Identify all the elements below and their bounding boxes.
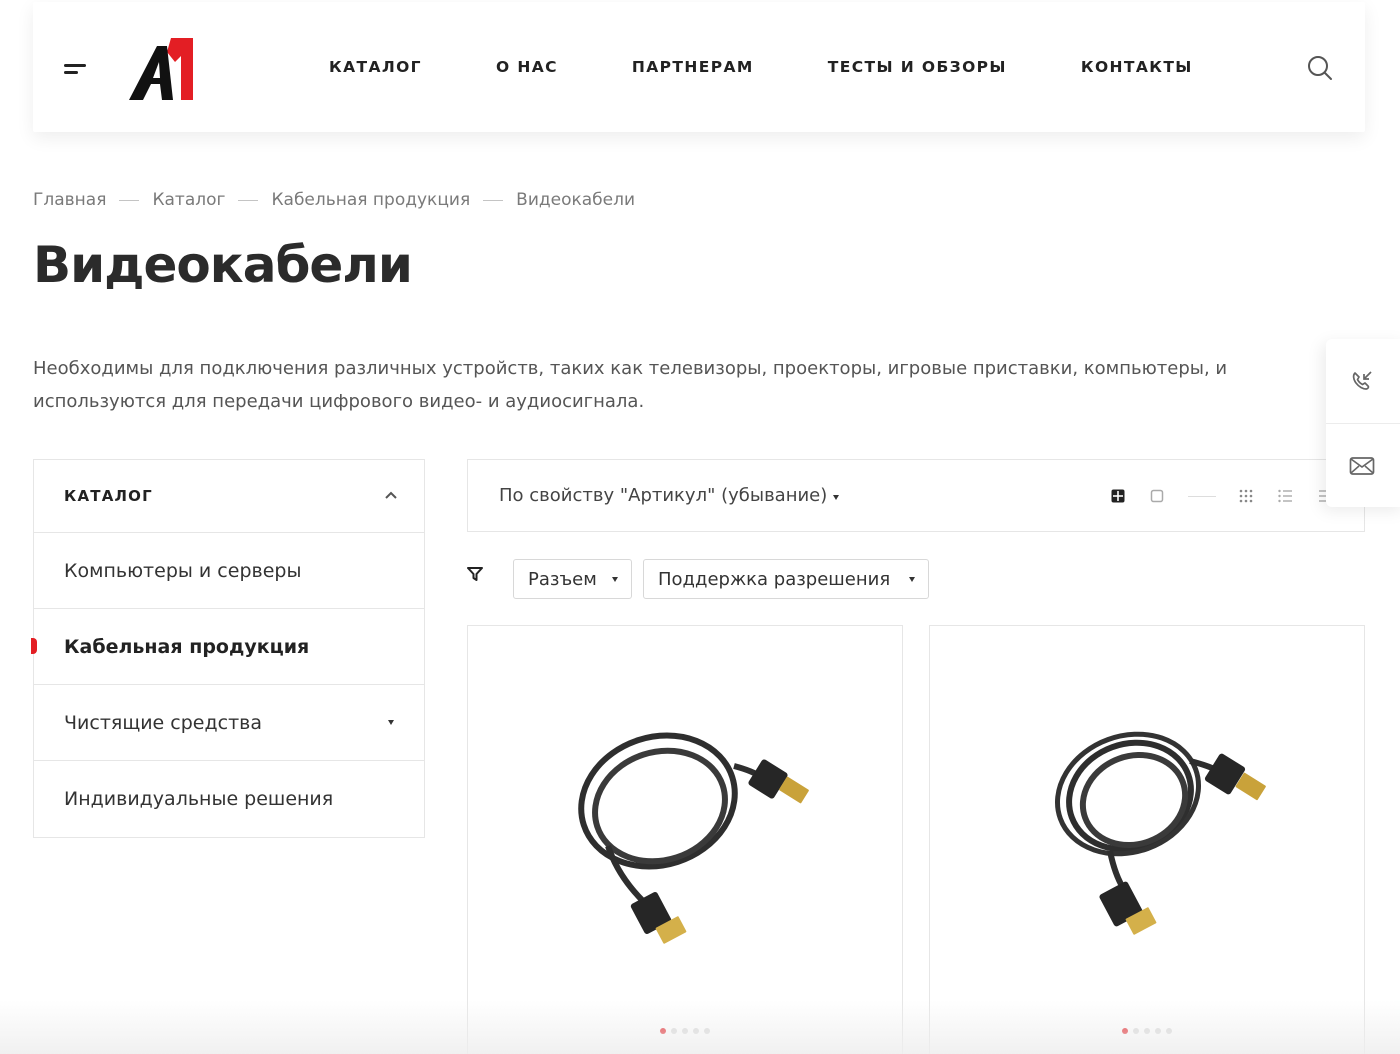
a1-logo[interactable]	[129, 38, 193, 100]
product-card[interactable]	[929, 625, 1365, 1054]
sort-toolbar: По свойству "Артикул" (убывание)	[467, 459, 1365, 532]
sidebar-item-cables[interactable]: Кабельная продукция	[31, 609, 424, 685]
carousel-dot[interactable]	[693, 1028, 699, 1034]
page-title: Видеокабели	[33, 236, 413, 294]
tile-view-icon[interactable]	[1238, 488, 1254, 504]
breadcrumb-separator	[238, 199, 259, 201]
carousel-dot[interactable]	[1122, 1028, 1128, 1034]
carousel-dot[interactable]	[671, 1028, 677, 1034]
carousel-dot[interactable]	[1166, 1028, 1172, 1034]
single-view-icon[interactable]	[1149, 488, 1165, 504]
nav-contacts[interactable]: КОНТАКТЫ	[1081, 58, 1193, 76]
main-nav: КАТАЛОГ О НАС ПАРТНЕРАМ ТЕСТЫ И ОБЗОРЫ К…	[329, 2, 1267, 132]
product-image-displayport-hdmi[interactable]	[548, 716, 828, 966]
search-icon[interactable]	[1307, 55, 1333, 81]
nav-catalog[interactable]: КАТАЛОГ	[329, 58, 422, 76]
sidebar-item-label: Компьютеры и серверы	[64, 559, 302, 582]
breadcrumb-separator	[119, 199, 140, 201]
carousel-dot[interactable]	[1155, 1028, 1161, 1034]
nav-reviews[interactable]: ТЕСТЫ И ОБЗОРЫ	[828, 58, 1007, 76]
caret-down-icon[interactable]	[388, 720, 394, 725]
callback-button[interactable]	[1326, 339, 1400, 423]
filter-resolution-dropdown[interactable]: Поддержка разрешения	[643, 559, 929, 599]
catalog-sidebar: КАТАЛОГ Компьютеры и серверы Кабельная п…	[31, 459, 425, 838]
filter-icon[interactable]	[467, 567, 483, 581]
chevron-up-icon[interactable]	[384, 490, 398, 500]
phone-callback-icon	[1352, 371, 1372, 390]
carousel-dot[interactable]	[682, 1028, 688, 1034]
product-card[interactable]	[467, 625, 903, 1054]
breadcrumb-cables[interactable]: Кабельная продукция	[271, 190, 470, 210]
breadcrumb-current: Видеокабели	[516, 190, 636, 210]
filter-label: Поддержка разрешения	[658, 568, 891, 590]
sidebar-item-label: Индивидуальные решения	[64, 788, 334, 810]
breadcrumb-separator	[483, 199, 504, 201]
carousel-dot[interactable]	[1144, 1028, 1150, 1034]
sidebar-item-computers[interactable]: Компьютеры и серверы	[34, 533, 424, 609]
sidebar-item-label: Чистящие средства	[64, 711, 262, 734]
view-divider	[1188, 496, 1216, 497]
image-carousel-dots[interactable]	[930, 1028, 1364, 1034]
carousel-dot[interactable]	[1133, 1028, 1139, 1034]
filter-connector-dropdown[interactable]: Разъем	[513, 559, 632, 599]
product-image-displayport-displayport[interactable]	[1010, 716, 1290, 966]
sidebar-item-custom[interactable]: Индивидуальные решения	[34, 761, 424, 837]
nav-partners[interactable]: ПАРТНЕРАМ	[632, 58, 754, 76]
carousel-dot[interactable]	[704, 1028, 710, 1034]
breadcrumb-home[interactable]: Главная	[33, 190, 106, 210]
site-header: КАТАЛОГ О НАС ПАРТНЕРАМ ТЕСТЫ И ОБЗОРЫ К…	[33, 2, 1365, 132]
list-view-icon[interactable]	[1277, 488, 1293, 504]
sidebar-item-cleaning[interactable]: Чистящие средства	[34, 685, 424, 761]
nav-about[interactable]: О НАС	[496, 58, 558, 76]
sidebar-item-label: Кабельная продукция	[64, 635, 310, 658]
catalog-title: КАТАЛОГ	[64, 487, 153, 505]
page-description: Необходимы для подключения различных уст…	[33, 358, 1228, 412]
catalog-header[interactable]: КАТАЛОГ	[34, 460, 424, 533]
caret-down-icon[interactable]	[833, 495, 839, 500]
sort-dropdown[interactable]: По свойству "Артикул" (убывание)	[499, 485, 827, 506]
filter-label: Разъем	[528, 568, 597, 590]
breadcrumb: Главная Каталог Кабельная продукция Виде…	[33, 190, 635, 210]
floating-contact-panel	[1326, 339, 1400, 507]
menu-burger-icon[interactable]	[64, 62, 86, 76]
mail-icon	[1349, 456, 1375, 475]
grid-view-icon[interactable]	[1110, 488, 1126, 504]
caret-down-icon	[612, 577, 618, 582]
image-carousel-dots[interactable]	[468, 1028, 902, 1034]
breadcrumb-catalog[interactable]: Каталог	[152, 190, 225, 210]
carousel-dot[interactable]	[660, 1028, 666, 1034]
email-button[interactable]	[1326, 423, 1400, 507]
caret-down-icon	[909, 577, 915, 582]
